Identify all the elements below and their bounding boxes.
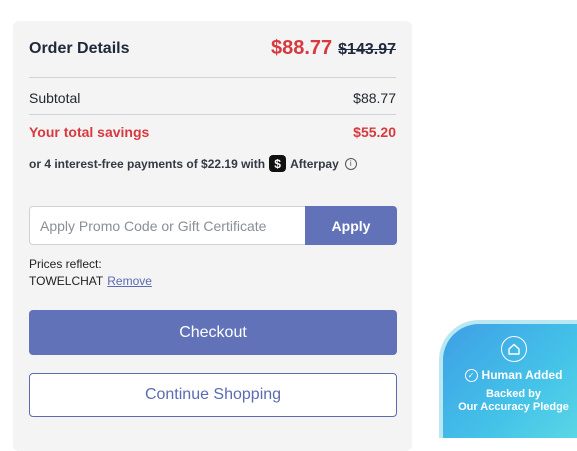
original-price: $143.97 [338, 41, 396, 58]
continue-shopping-button[interactable]: Continue Shopping [29, 373, 397, 417]
order-prices: $88.77 $143.97 [271, 37, 396, 60]
applied-code: TOWELCHAT [29, 274, 104, 288]
prices-reflect: Prices reflect: TOWELCHAT Remove [29, 256, 152, 290]
subtotal-row: Subtotal $88.77 [29, 87, 396, 109]
apply-button[interactable]: Apply [305, 206, 397, 245]
pledge-subtitle-1: Backed by [485, 388, 542, 400]
divider [29, 77, 396, 78]
pledge-subtitle-2: Our Accuracy Pledge [458, 401, 569, 413]
afterpay-message: or 4 interest-free payments of $22.19 wi… [29, 155, 357, 172]
divider [29, 114, 396, 115]
order-title: Order Details [29, 40, 130, 57]
subtotal-value: $88.77 [353, 90, 396, 106]
promo-code-input[interactable] [29, 206, 305, 245]
afterpay-text: or 4 interest-free payments of $22.19 wi… [29, 156, 266, 171]
savings-value: $55.20 [353, 124, 396, 140]
remove-code-link[interactable]: Remove [107, 274, 152, 288]
afterpay-logo-icon: $ [269, 155, 287, 172]
current-price: $88.77 [270, 37, 333, 59]
promo-form: Apply [29, 206, 397, 245]
prices-reflect-label: Prices reflect: [29, 257, 102, 271]
savings-row: Your total savings $55.20 [29, 121, 396, 143]
order-header: Order Details $88.77 $143.97 [29, 37, 396, 77]
savings-label: Your total savings [29, 124, 150, 140]
applied-code-row: TOWELCHAT Remove [29, 273, 152, 290]
info-icon[interactable]: i [344, 157, 357, 170]
pledge-title-text: Human Added [481, 368, 563, 382]
afterpay-brand: Afterpay [290, 156, 339, 171]
check-circle-icon: ✓ [464, 368, 478, 382]
checkout-button[interactable]: Checkout [29, 310, 397, 355]
house-icon [500, 336, 527, 362]
order-details-panel: Order Details $88.77 $143.97 Subtotal $8… [13, 21, 412, 451]
pledge-title: ✓ Human Added [443, 368, 577, 382]
subtotal-label: Subtotal [29, 90, 81, 106]
accuracy-pledge-badge[interactable]: ✓ Human Added Backed by Our Accuracy Ple… [439, 320, 577, 438]
